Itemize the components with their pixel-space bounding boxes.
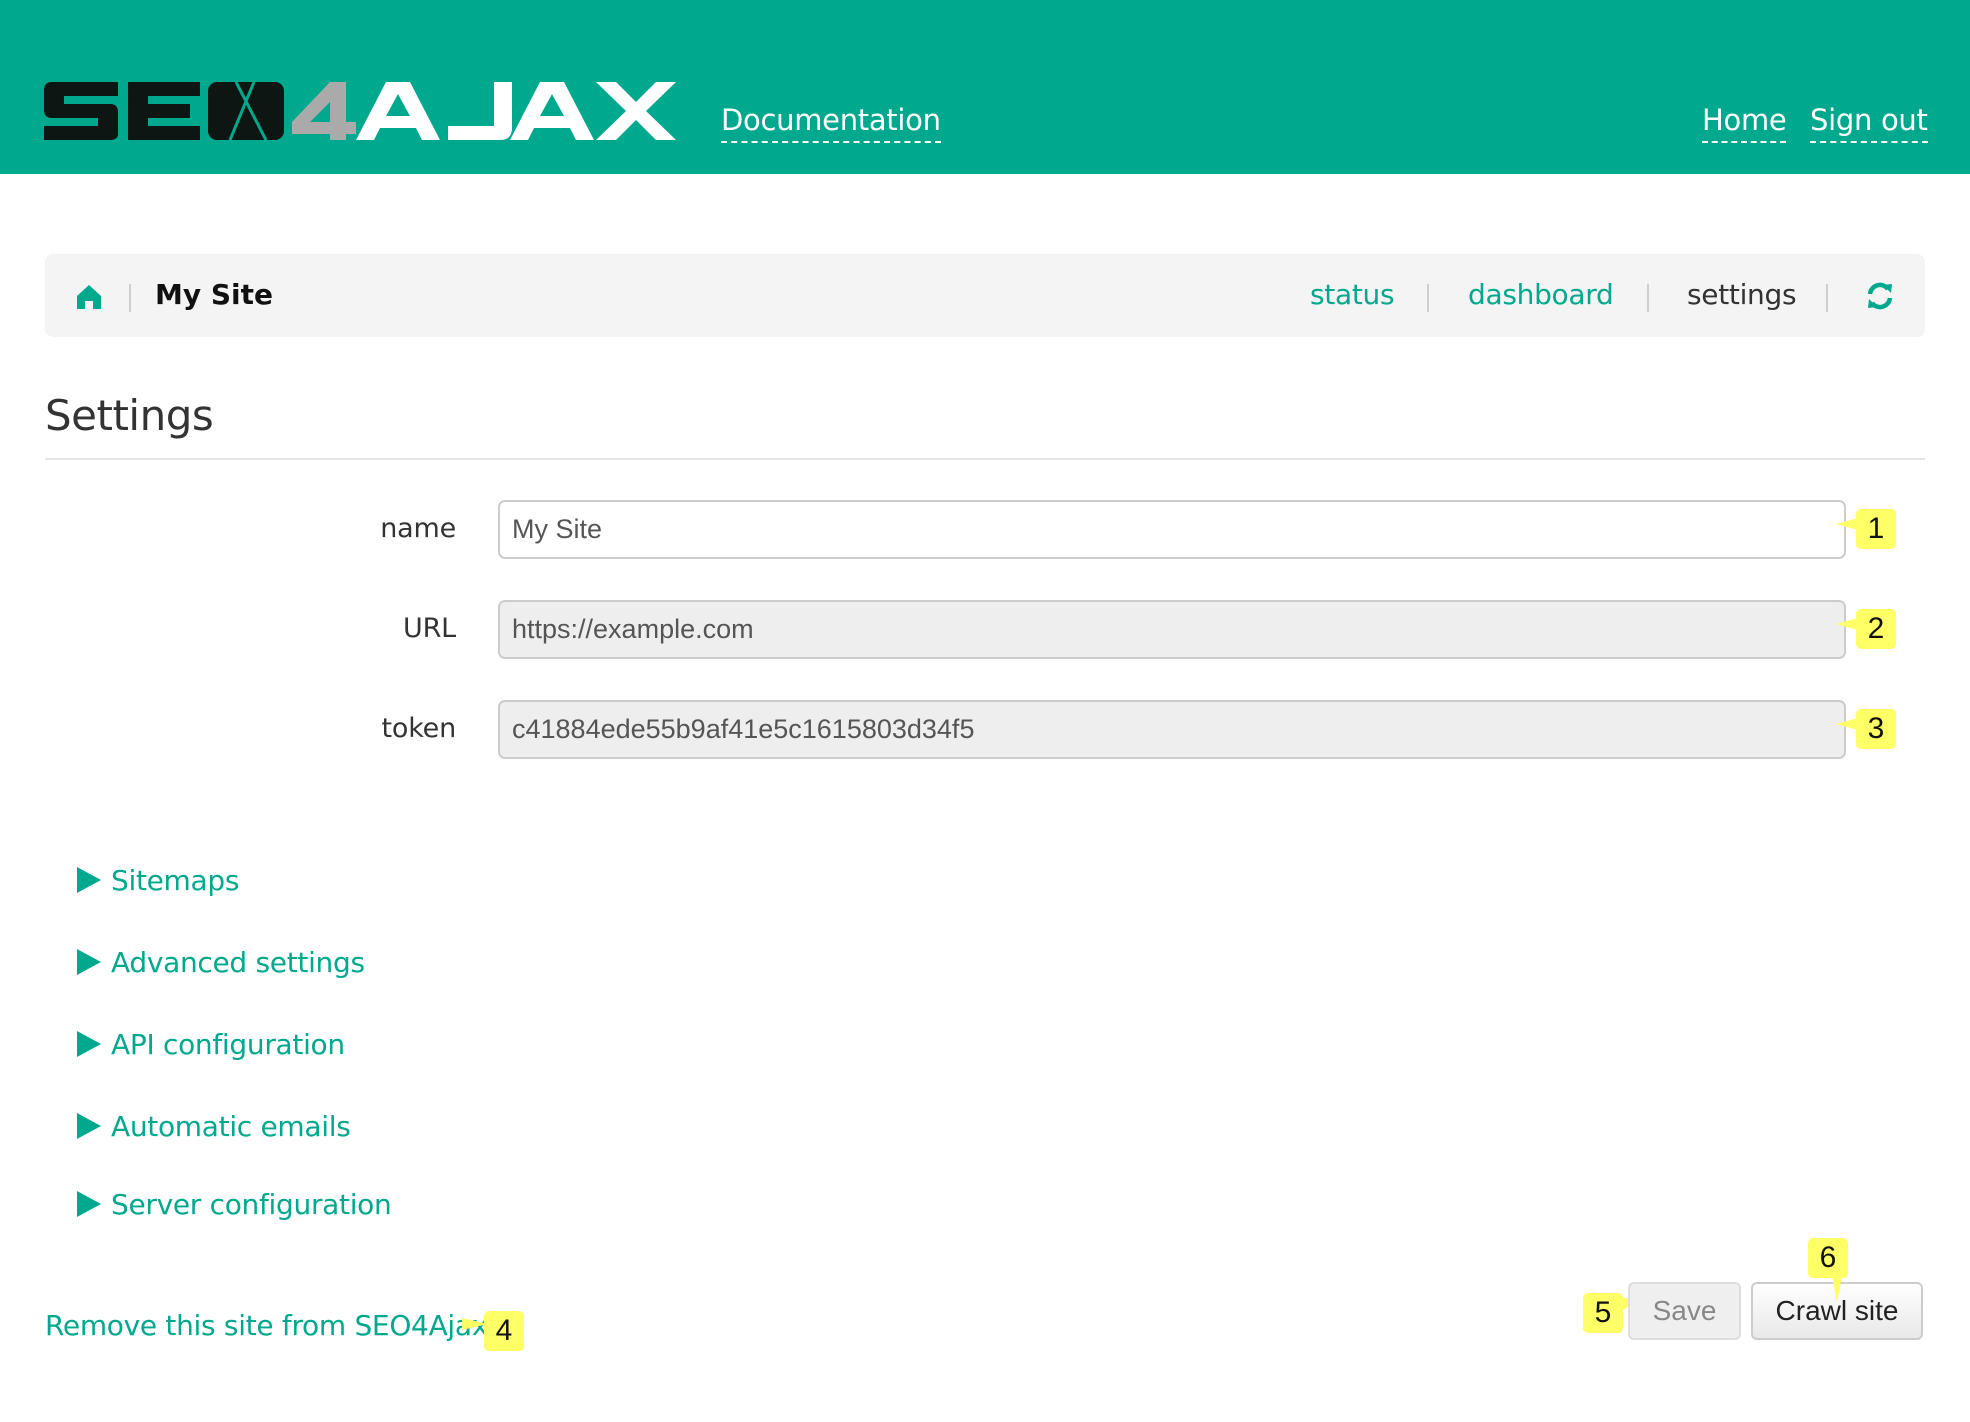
- annotation-badge-6: 6: [1808, 1238, 1848, 1278]
- annotation-pointer: [1836, 618, 1858, 630]
- section-label: API configuration: [111, 1027, 345, 1061]
- annotation-pointer: [1832, 1276, 1842, 1302]
- triangle-right-icon: [77, 1113, 101, 1139]
- annotation-badge-4: 4: [484, 1311, 524, 1351]
- nav-home[interactable]: Home: [1702, 103, 1787, 143]
- triangle-right-icon: [77, 867, 101, 893]
- url-input[interactable]: [498, 600, 1846, 659]
- annotation-pointer: [1836, 718, 1858, 730]
- tab-separator: [1647, 284, 1649, 312]
- annotation-badge-5: 5: [1583, 1293, 1623, 1333]
- section-advanced-settings[interactable]: Advanced settings: [77, 942, 365, 982]
- section-label: Sitemaps: [111, 863, 240, 897]
- remove-site-link[interactable]: Remove this site from SEO4Ajax: [45, 1306, 488, 1346]
- name-label: name: [380, 513, 456, 544]
- seo4ajax-logo[interactable]: [40, 78, 680, 142]
- breadcrumb: My Site status dashboard settings: [45, 254, 1925, 337]
- section-api-configuration[interactable]: API configuration: [77, 1024, 345, 1064]
- token-label: token: [381, 713, 456, 744]
- section-label: Server configuration: [111, 1187, 392, 1221]
- section-label: Automatic emails: [111, 1109, 351, 1143]
- name-input[interactable]: [498, 500, 1846, 559]
- section-server-configuration[interactable]: Server configuration: [77, 1184, 392, 1224]
- tab-dashboard[interactable]: dashboard: [1468, 276, 1614, 314]
- nav-documentation[interactable]: Documentation: [721, 103, 941, 143]
- triangle-right-icon: [77, 1191, 101, 1217]
- title-divider: [45, 458, 1925, 460]
- triangle-right-icon: [77, 949, 101, 975]
- page-title: Settings: [45, 391, 214, 440]
- tab-status[interactable]: status: [1310, 276, 1395, 314]
- tab-settings[interactable]: settings: [1687, 276, 1797, 314]
- refresh-icon[interactable]: [1865, 281, 1895, 311]
- top-header: Documentation Home Sign out: [0, 0, 1970, 174]
- breadcrumb-separator: [129, 284, 131, 312]
- annotation-badge-2: 2: [1856, 609, 1896, 649]
- section-label: Advanced settings: [111, 945, 365, 979]
- nav-sign-out[interactable]: Sign out: [1810, 103, 1928, 143]
- save-button[interactable]: Save: [1628, 1282, 1741, 1340]
- annotation-pointer: [1836, 518, 1858, 530]
- annotation-badge-3: 3: [1856, 709, 1896, 749]
- section-sitemaps[interactable]: Sitemaps: [77, 860, 239, 900]
- section-automatic-emails[interactable]: Automatic emails: [77, 1106, 351, 1146]
- token-input[interactable]: [498, 700, 1846, 759]
- annotation-badge-1: 1: [1856, 509, 1896, 549]
- url-label: URL: [403, 613, 456, 644]
- tab-separator: [1427, 284, 1429, 312]
- tab-separator: [1826, 284, 1828, 312]
- triangle-right-icon: [77, 1031, 101, 1057]
- home-icon[interactable]: [76, 284, 102, 310]
- site-name: My Site: [155, 278, 274, 311]
